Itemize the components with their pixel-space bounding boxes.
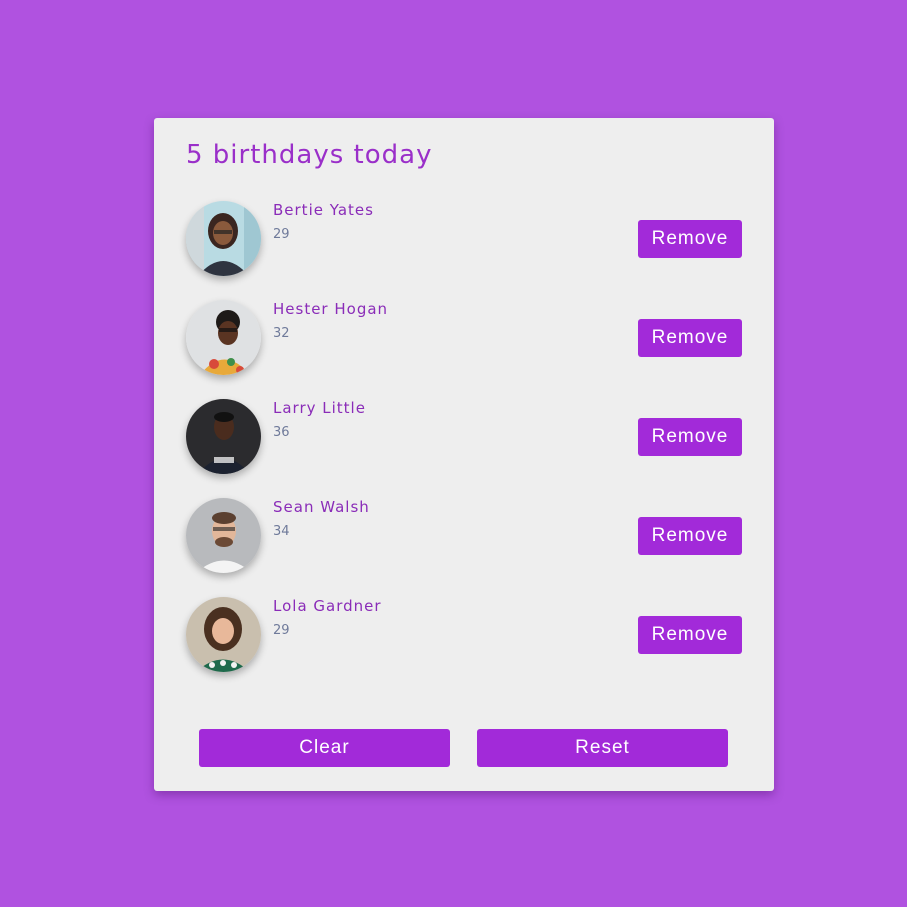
person-name: Bertie Yates <box>273 201 374 219</box>
avatar <box>186 201 261 276</box>
person-name: Larry Little <box>273 399 366 417</box>
remove-button[interactable]: Remove <box>638 517 742 555</box>
list-item: Lola Gardner 29 Remove <box>186 597 742 696</box>
remove-button[interactable]: Remove <box>638 418 742 456</box>
remove-button[interactable]: Remove <box>638 220 742 258</box>
person-photo-icon <box>186 300 261 375</box>
birthday-card: 5 birthdays today Bertie Yates 29 Remove <box>154 118 774 791</box>
person-photo-icon <box>186 597 261 672</box>
person-name: Hester Hogan <box>273 300 389 318</box>
avatar <box>186 597 261 672</box>
page-title: 5 birthdays today <box>186 140 433 170</box>
person-age: 34 <box>273 524 290 539</box>
clear-button[interactable]: Clear <box>199 729 450 767</box>
list-item: Bertie Yates 29 Remove <box>186 201 742 300</box>
reset-button[interactable]: Reset <box>477 729 728 767</box>
person-name: Sean Walsh <box>273 498 370 516</box>
avatar <box>186 399 261 474</box>
list-item: Hester Hogan 32 Remove <box>186 300 742 399</box>
person-age: 36 <box>273 425 290 440</box>
person-photo-icon <box>186 201 261 276</box>
birthday-list: Bertie Yates 29 Remove Hester Hogan 32 R… <box>186 201 742 696</box>
avatar <box>186 498 261 573</box>
person-age: 29 <box>273 227 290 242</box>
avatar <box>186 300 261 375</box>
person-age: 32 <box>273 326 290 341</box>
person-age: 29 <box>273 623 290 638</box>
remove-button[interactable]: Remove <box>638 319 742 357</box>
remove-button[interactable]: Remove <box>638 616 742 654</box>
list-item: Sean Walsh 34 Remove <box>186 498 742 597</box>
person-name: Lola Gardner <box>273 597 382 615</box>
person-photo-icon <box>186 399 261 474</box>
person-photo-icon <box>186 498 261 573</box>
list-item: Larry Little 36 Remove <box>186 399 742 498</box>
